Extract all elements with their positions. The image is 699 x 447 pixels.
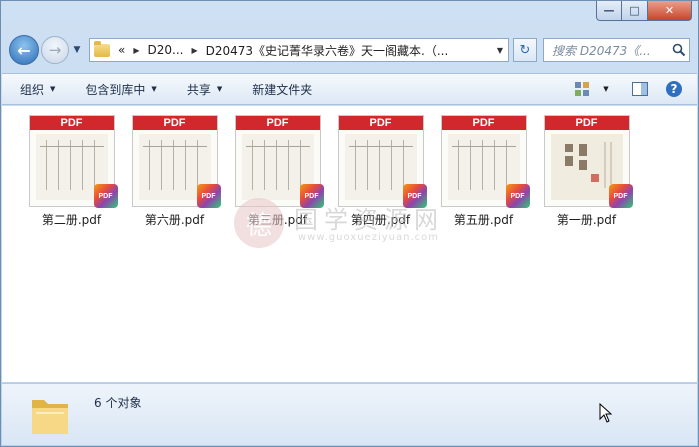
search-input[interactable]: 搜索 D20473《... bbox=[543, 38, 690, 62]
organize-label: 组织 bbox=[20, 82, 45, 97]
pdf-thumbnail: PDF PDF bbox=[131, 115, 221, 208]
address-bar[interactable]: « ▶ D20... ▶ D20473《史记菁华录六卷》天一阁藏本.（... ▼ bbox=[89, 38, 509, 62]
watermark-seal: 德 bbox=[234, 198, 284, 248]
chevron-right-icon: ▶ bbox=[191, 45, 198, 55]
refresh-button[interactable]: ↻ bbox=[513, 38, 537, 62]
search-placeholder: 搜索 D20473《... bbox=[552, 43, 651, 58]
file-name: 第六册.pdf bbox=[144, 213, 205, 227]
maximize-button[interactable]: □ bbox=[622, 1, 648, 21]
file-item[interactable]: PDF PDF 第六册.pdf bbox=[123, 115, 226, 228]
file-name: 第一册.pdf bbox=[556, 213, 617, 227]
new-folder-button[interactable]: 新建文件夹 bbox=[252, 81, 312, 98]
pdf-tag: PDF bbox=[29, 116, 114, 130]
pdf-thumbnail: PDF PDF bbox=[543, 115, 633, 208]
chevron-down-icon: ▼ bbox=[151, 85, 157, 93]
pdf-app-icon: PDF bbox=[505, 184, 530, 208]
view-options-button[interactable] bbox=[571, 78, 593, 100]
view-grid-icon bbox=[575, 82, 589, 96]
navigation-bar: ← → ▼ « ▶ D20... ▶ D20473《史记菁华录六卷》天一阁藏本.… bbox=[9, 35, 690, 65]
chevron-right-icon: ▶ bbox=[133, 45, 140, 55]
svg-text:?: ? bbox=[671, 82, 678, 96]
pdf-tag: PDF bbox=[544, 116, 629, 130]
organize-menu[interactable]: 组织 ▼ bbox=[20, 81, 55, 98]
search-icon[interactable] bbox=[669, 43, 689, 57]
include-in-library-menu[interactable]: 包含到库中 ▼ bbox=[85, 81, 156, 98]
refresh-icon: ↻ bbox=[519, 42, 531, 58]
preview-pane-icon bbox=[632, 82, 648, 96]
watermark: 德 国学资源网 www.guoxueziyuan.com bbox=[234, 198, 464, 254]
help-icon: ? bbox=[666, 81, 682, 97]
pdf-tag: PDF bbox=[441, 116, 526, 130]
pdf-thumbnail: PDF PDF bbox=[28, 115, 118, 208]
pdf-app-icon: PDF bbox=[196, 184, 221, 208]
help-button[interactable]: ? bbox=[663, 78, 685, 100]
pdf-thumbnail: PDF PDF bbox=[234, 115, 324, 208]
file-list: PDF PDF 第二册.pdf PDF PDF 第六册.pdf PDF PDF … bbox=[2, 106, 697, 382]
pdf-thumbnail: PDF PDF bbox=[440, 115, 530, 208]
view-dropdown[interactable]: ▼ bbox=[595, 78, 617, 100]
pdf-thumbnail: PDF PDF bbox=[337, 115, 427, 208]
chevron-down-icon: ▼ bbox=[50, 85, 56, 93]
pdf-tag: PDF bbox=[338, 116, 423, 130]
explorer-window: — □ ✕ ← → ▼ « ▶ D20... ▶ D20473《史记菁华录六卷》… bbox=[0, 0, 699, 447]
pdf-tag: PDF bbox=[132, 116, 217, 130]
history-dropdown[interactable]: ▼ bbox=[71, 45, 83, 55]
file-name: 第二册.pdf bbox=[41, 213, 102, 227]
folder-large-icon bbox=[32, 400, 68, 434]
window-controls: — □ ✕ bbox=[596, 1, 692, 21]
forward-arrow-icon: → bbox=[48, 41, 62, 59]
watermark-url: www.guoxueziyuan.com bbox=[298, 232, 439, 243]
command-bar: 组织 ▼ 包含到库中 ▼ 共享 ▼ 新建文件夹 ▼ ? bbox=[2, 73, 697, 105]
back-arrow-icon: ← bbox=[17, 40, 31, 60]
file-item[interactable]: PDF PDF 第一册.pdf bbox=[535, 115, 638, 228]
share-menu[interactable]: 共享 ▼ bbox=[187, 81, 222, 98]
watermark-title: 国学资源网 bbox=[294, 206, 444, 234]
mouse-cursor-icon bbox=[599, 403, 613, 423]
share-label: 共享 bbox=[186, 82, 211, 97]
breadcrumb-item[interactable]: D20... bbox=[148, 43, 184, 57]
pdf-tag: PDF bbox=[235, 116, 320, 130]
folder-icon bbox=[94, 40, 110, 57]
close-button[interactable]: ✕ bbox=[648, 1, 692, 21]
breadcrumb-item-current[interactable]: D20473《史记菁华录六卷》天一阁藏本.（... bbox=[206, 42, 449, 59]
breadcrumb-overflow[interactable]: « bbox=[118, 43, 125, 57]
preview-pane-button[interactable] bbox=[629, 78, 651, 100]
pdf-app-icon: PDF bbox=[93, 184, 118, 208]
chevron-down-icon: ▼ bbox=[216, 85, 223, 93]
address-dropdown[interactable]: ▼ bbox=[492, 39, 508, 61]
pdf-app-icon: PDF bbox=[608, 184, 633, 208]
back-button[interactable]: ← bbox=[9, 35, 39, 65]
minimize-button[interactable]: — bbox=[596, 1, 622, 21]
new-folder-label: 新建文件夹 bbox=[252, 82, 313, 97]
item-count: 6 个对象 bbox=[94, 396, 142, 410]
include-in-library-label: 包含到库中 bbox=[85, 82, 146, 97]
details-pane: 6 个对象 bbox=[2, 383, 697, 445]
forward-button[interactable]: → bbox=[41, 36, 69, 64]
file-item[interactable]: PDF PDF 第二册.pdf bbox=[20, 115, 123, 228]
